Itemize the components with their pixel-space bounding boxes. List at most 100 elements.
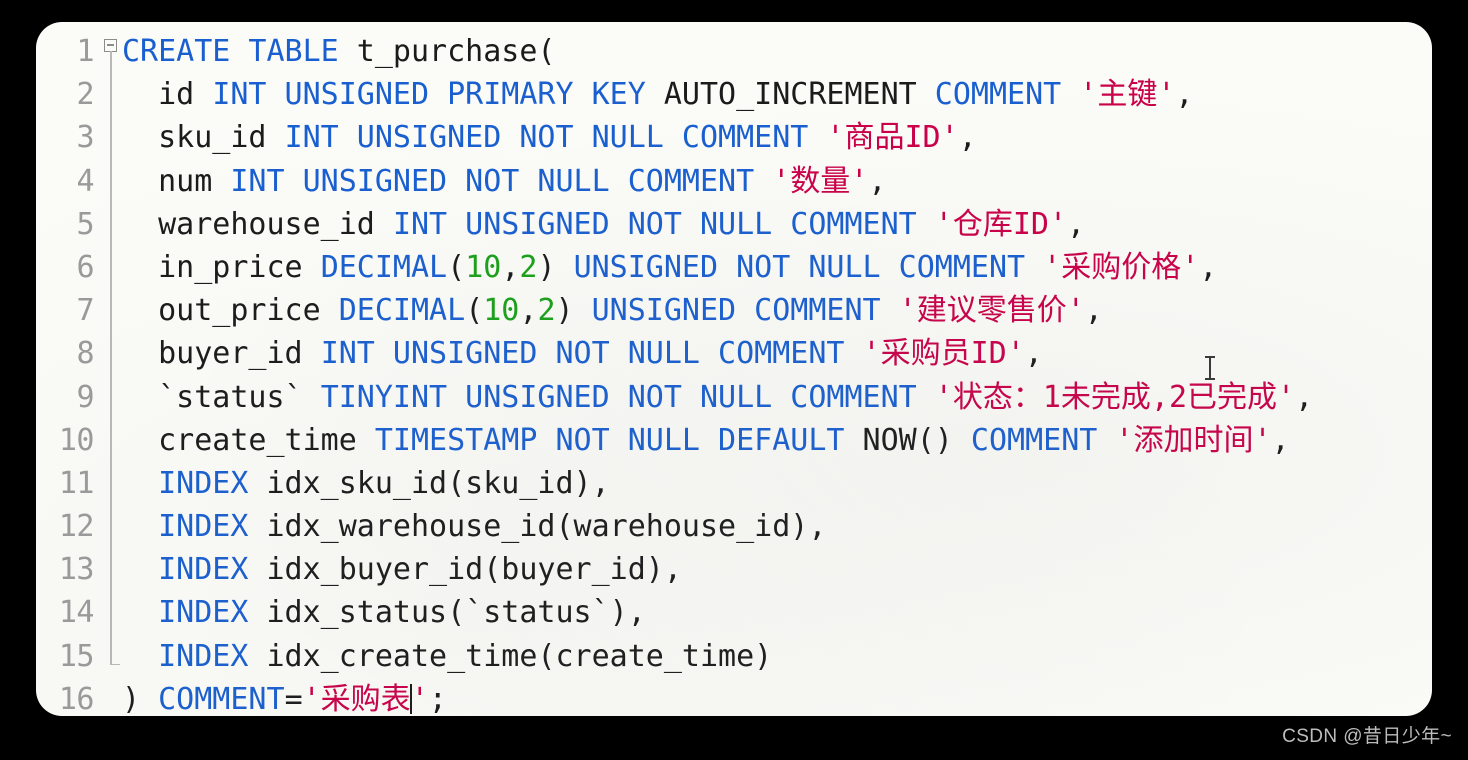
token-kw: INT UNSIGNED NOT NULL COMMENT [320,336,845,372]
token-num: 10 [465,249,502,285]
code-line[interactable]: 3 sku_id INT UNSIGNED NOT NULL COMMENT '… [36,116,1432,160]
code-line[interactable]: 9 `status` TINYINT UNSIGNED NOT NULL COM… [36,375,1432,419]
token-pln: NOW() [844,422,971,458]
token-pln: = [284,681,303,716]
code-line[interactable]: 11 INDEX idx_sku_id(sku_id), [36,461,1432,506]
code-line-source[interactable]: CREATE TABLE t_purchase( [122,30,1432,73]
token-pln [1061,77,1079,112]
fold-gutter-cell[interactable] [102,202,122,246]
fold-gutter-cell[interactable] [102,634,122,678]
line-number: 12 [58,509,95,545]
code-line-source[interactable]: INDEX idx_sku_id(sku_id), [122,462,1432,505]
code-line[interactable]: 7 out_price DECIMAL(10,2) UNSIGNED COMME… [36,289,1432,333]
token-pln: ( [447,249,466,285]
token-kw: UNSIGNED COMMENT [591,293,881,329]
token-pln [122,639,158,674]
token-str: '主键' [1079,77,1176,113]
code-line-source[interactable]: out_price DECIMAL(10,2) UNSIGNED COMMENT… [122,289,1432,332]
token-kw: DECIMAL [320,249,448,285]
token-num: 10 [483,293,520,329]
token-pln: num [122,163,231,199]
token-pln: , [1067,206,1086,242]
screenshot-root: 1 CREATE TABLE t_purchase(2 id INT UNSIGN… [0,0,1468,760]
code-line-source[interactable]: in_price DECIMAL(10,2) UNSIGNED NOT NULL… [122,246,1432,289]
code-editor-panel[interactable]: 1 CREATE TABLE t_purchase(2 id INT UNSIGN… [36,22,1432,716]
fold-guide-end-hook [110,663,120,666]
line-number: 2 [76,77,94,113]
token-pln: idx_sku_id(sku_id), [248,465,610,501]
fold-gutter-cell[interactable] [102,159,122,203]
code-line[interactable]: 12 INDEX idx_warehouse_id(warehouse_id), [36,505,1432,549]
code-line-source[interactable]: num INT UNSIGNED NOT NULL COMMENT '数量', [122,160,1432,203]
code-line[interactable]: 1 CREATE TABLE t_purchase( [36,30,1432,74]
fold-gutter-cell[interactable] [102,548,122,592]
code-lines-container[interactable]: 1 CREATE TABLE t_purchase(2 id INT UNSIGN… [36,22,1432,716]
code-line-source[interactable]: INDEX idx_warehouse_id(warehouse_id), [122,505,1432,548]
token-pln: ) [122,681,159,716]
token-pln [122,595,158,630]
fold-guide-line [110,51,112,74]
token-pln: , [868,163,887,199]
token-kw: INDEX [158,465,249,501]
code-line[interactable]: 2 id INT UNSIGNED PRIMARY KEY AUTO_INCRE… [36,73,1432,117]
fold-gutter-cell[interactable] [102,505,122,549]
code-line[interactable]: 8 buyer_id INT UNSIGNED NOT NULL COMMENT… [36,332,1432,376]
fold-gutter-cell[interactable] [102,116,122,160]
token-pln: , [501,249,520,285]
fold-guide-line [110,548,112,592]
token-str: '采购员ID' [862,336,1025,372]
code-line[interactable]: 16) COMMENT='采购表'; [36,678,1432,716]
fold-guide-line [110,116,112,160]
token-pln: ; [428,681,447,716]
code-line[interactable]: 13 INDEX idx_buyer_id(buyer_id), [36,548,1432,592]
code-line[interactable]: 15 INDEX idx_create_time(create_time) [36,634,1432,678]
fold-gutter-cell[interactable] [102,418,122,462]
code-line-source[interactable]: buyer_id INT UNSIGNED NOT NULL COMMENT '… [122,332,1432,375]
line-number: 6 [76,249,94,285]
fold-gutter-cell[interactable] [102,30,122,74]
token-num: 2 [519,249,538,285]
token-pln: create_time [122,422,375,458]
token-pln: , [1024,336,1043,372]
code-line-source[interactable]: ) COMMENT='采购表'; [122,678,1432,716]
fold-gutter-cell[interactable] [102,289,122,333]
token-pln: , [519,293,538,329]
token-pln: sku_id [122,120,285,156]
fold-gutter-cell[interactable] [102,591,122,635]
code-line-source[interactable]: `status` TINYINT UNSIGNED NOT NULL COMME… [122,376,1432,419]
code-line[interactable]: 14 INDEX idx_status(`status`), [36,591,1432,635]
token-pln: , [1295,379,1314,415]
fold-guide-line [110,591,112,635]
fold-gutter-cell[interactable] [102,461,122,506]
code-line-source[interactable]: INDEX idx_buyer_id(buyer_id), [122,548,1432,591]
code-line-source[interactable]: create_time TIMESTAMP NOT NULL DEFAULT N… [122,419,1432,462]
code-line[interactable]: 4 num INT UNSIGNED NOT NULL COMMENT '数量'… [36,159,1432,203]
code-line[interactable]: 5 warehouse_id INT UNSIGNED NOT NULL COM… [36,202,1432,246]
code-line-source[interactable]: sku_id INT UNSIGNED NOT NULL COMMENT '商品… [122,116,1432,159]
token-pln: , [958,120,977,156]
fold-gutter-cell[interactable] [102,245,122,290]
token-pln [122,509,158,544]
code-line[interactable]: 6 in_price DECIMAL(10,2) UNSIGNED NOT NU… [36,245,1432,290]
fold-gutter-cell[interactable] [102,375,122,419]
code-line-source[interactable]: INDEX idx_status(`status`), [122,591,1432,634]
code-line-source[interactable]: warehouse_id INT UNSIGNED NOT NULL COMME… [122,203,1432,246]
token-str: '仓库ID' [934,206,1068,242]
fold-gutter-cell[interactable] [102,73,122,117]
token-pln [808,120,826,155]
token-pln: `status` [122,379,321,415]
code-line-source[interactable]: id INT UNSIGNED PRIMARY KEY AUTO_INCREME… [122,73,1432,116]
line-number: 13 [58,552,95,588]
code-line[interactable]: 10 create_time TIMESTAMP NOT NULL DEFAUL… [36,418,1432,462]
code-line-source[interactable]: INDEX idx_create_time(create_time) [122,635,1432,678]
line-number: 7 [76,293,94,329]
token-pln [122,466,158,501]
token-pln: , [1271,422,1290,458]
fold-gutter-cell[interactable] [102,678,122,716]
line-number: 9 [76,379,94,415]
token-pln [881,293,899,328]
fold-gutter-cell[interactable] [102,332,122,376]
token-kw: INT UNSIGNED NOT NULL COMMENT [230,163,755,199]
token-pln: idx_buyer_id(buyer_id), [248,552,682,588]
token-pln [1097,423,1115,458]
